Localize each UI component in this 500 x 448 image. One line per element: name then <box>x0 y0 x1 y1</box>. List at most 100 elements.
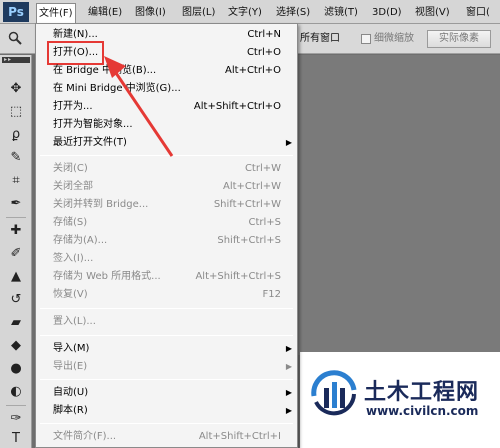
watermark-url: www.civilcn.com <box>366 404 479 418</box>
menu-item-file-info[interactable]: 文件简介(F)... Alt+Shift+Ctrl+I <box>36 428 297 446</box>
menu-item-label: 打开为... <box>53 101 93 112</box>
all-windows-label: 所有窗口 <box>300 33 340 44</box>
dodge-tool-icon[interactable]: ◐ <box>5 382 27 402</box>
menu-item-label: 存储(S) <box>53 217 88 228</box>
menu-item-label: 新建(N)... <box>53 29 98 40</box>
menu-item-shortcut: Shift+Ctrl+S <box>217 235 281 246</box>
menu-item-place[interactable]: 置入(L)... <box>36 313 297 331</box>
menu-item-label: 最近打开文件(T) <box>53 137 127 148</box>
menu-image[interactable]: 图像(I) <box>133 4 168 21</box>
menu-layer[interactable]: 图层(L) <box>180 4 217 21</box>
canvas-area[interactable] <box>298 55 500 355</box>
submenu-arrow-icon: ▶ <box>285 406 292 415</box>
menu-item-label: 存储为(A)... <box>53 235 108 246</box>
menu-view[interactable]: 视图(V) <box>413 4 452 21</box>
paint-bucket-tool-icon[interactable]: ◆ <box>5 336 27 356</box>
menu-item-export[interactable]: 导出(E) ▶ <box>36 358 297 376</box>
menu-item-shortcut: Alt+Ctrl+W <box>223 181 281 192</box>
fine-zoom-label: 细微缩放 <box>374 33 414 44</box>
submenu-arrow-icon: ▶ <box>285 388 292 397</box>
menu-separator <box>40 423 293 424</box>
watermark: 土木工程网 www.civilcn.com <box>300 352 500 448</box>
menu-item-label: 导入(M) <box>53 343 90 354</box>
menu-item-open-smart-object[interactable]: 打开为智能对象... <box>36 116 297 134</box>
blur-tool-icon[interactable]: ● <box>5 359 27 379</box>
zoom-tool-icon[interactable] <box>8 31 22 45</box>
menu-item-shortcut: Ctrl+W <box>244 163 281 174</box>
menu-item-open-as[interactable]: 打开为... Alt+Shift+Ctrl+O <box>36 98 297 116</box>
menu-item-browse-mini-bridge[interactable]: 在 Mini Bridge 中浏览(G)... <box>36 80 297 98</box>
menu-item-scripts[interactable]: 脚本(R) ▶ <box>36 402 297 420</box>
type-tool-icon[interactable]: T <box>5 429 27 448</box>
clone-stamp-tool-icon[interactable]: ▲ <box>5 267 27 287</box>
menu-3d[interactable]: 3D(D) <box>370 4 404 21</box>
pen-tool-icon[interactable]: ✑ <box>5 409 27 429</box>
menu-item-label: 打开为智能对象... <box>53 119 133 130</box>
menu-item-shortcut: F12 <box>262 289 281 300</box>
menu-item-recent-files[interactable]: 最近打开文件(T) ▶ <box>36 134 297 152</box>
menu-item-shortcut: Alt+Shift+Ctrl+O <box>193 101 281 112</box>
menu-item-label: 存储为 Web 所用格式... <box>53 271 161 282</box>
menu-separator <box>40 379 293 380</box>
menu-item-new[interactable]: 新建(N)... Ctrl+N <box>36 26 297 44</box>
menu-item-open[interactable]: 打开(O)... Ctrl+O <box>36 41 297 65</box>
menu-item-close[interactable]: 关闭(C) Ctrl+W <box>36 160 297 178</box>
menu-type[interactable]: 文字(Y) <box>226 4 264 21</box>
menu-item-save-for-web[interactable]: 存储为 Web 所用格式... Alt+Shift+Ctrl+S <box>36 268 297 286</box>
actual-pixels-button[interactable]: 实际像素 <box>427 30 491 48</box>
menu-item-close-go-bridge[interactable]: 关闭并转到 Bridge... Shift+Ctrl+W <box>36 196 297 214</box>
menu-item-label: 关闭(C) <box>53 163 88 174</box>
toolbox-grip[interactable]: ▸▸ <box>2 57 30 63</box>
menu-edit[interactable]: 编辑(E) <box>86 4 124 21</box>
move-tool-icon[interactable]: ✥ <box>5 79 27 99</box>
menubar: Ps 文件(F) 编辑(E) 图像(I) 图层(L) 文字(Y) 选择(S) 滤… <box>0 0 500 24</box>
brush-tool-icon[interactable]: ✐ <box>5 244 27 264</box>
watermark-site-name: 土木工程网 <box>364 380 480 405</box>
menu-item-label: 打开(O)... <box>46 41 105 65</box>
toolbox-divider <box>6 405 26 406</box>
marquee-tool-icon[interactable]: ⬚ <box>5 102 27 122</box>
menu-item-shortcut: Ctrl+N <box>247 29 281 40</box>
menu-item-label: 关闭全部 <box>53 181 93 192</box>
menu-item-shortcut: Alt+Shift+Ctrl+S <box>195 271 281 282</box>
menu-item-save-as[interactable]: 存储为(A)... Shift+Ctrl+S <box>36 232 297 250</box>
healing-brush-tool-icon[interactable]: ✚ <box>5 221 27 241</box>
menu-item-save[interactable]: 存储(S) Ctrl+S <box>36 214 297 232</box>
menu-item-label: 脚本(R) <box>53 405 88 416</box>
file-menu-dropdown: 新建(N)... Ctrl+N 打开(O)... Ctrl+O 在 Bridge… <box>35 23 298 448</box>
toolbox: ▸▸ ✥ ⬚ ϼ ✎ ⌗ ✒ ✚ ✐ ▲ ↺ ▰ ◆ ● ◐ ✑ T <box>0 55 32 448</box>
menu-item-label: 在 Bridge 中浏览(B)... <box>53 65 157 76</box>
menu-item-label: 恢复(V) <box>53 289 88 300</box>
menu-item-label: 置入(L)... <box>53 316 96 327</box>
menu-item-label: 签入(I)... <box>53 253 94 264</box>
history-brush-tool-icon[interactable]: ↺ <box>5 290 27 310</box>
menu-item-revert[interactable]: 恢复(V) F12 <box>36 286 297 304</box>
menu-item-label: 文件简介(F)... <box>53 431 117 442</box>
menu-item-label: 关闭并转到 Bridge... <box>53 199 149 210</box>
eyedropper-tool-icon[interactable]: ✒ <box>5 194 27 214</box>
menu-item-browse-bridge[interactable]: 在 Bridge 中浏览(B)... Alt+Ctrl+O <box>36 62 297 80</box>
menu-select[interactable]: 选择(S) <box>274 4 312 21</box>
crop-tool-icon[interactable]: ⌗ <box>5 171 27 191</box>
menu-item-check-in[interactable]: 签入(I)... <box>36 250 297 268</box>
menu-separator <box>40 308 293 309</box>
menu-item-shortcut: Shift+Ctrl+W <box>213 199 281 210</box>
menu-filter[interactable]: 滤镜(T) <box>322 4 360 21</box>
menu-file[interactable]: 文件(F) <box>36 3 76 24</box>
menu-item-close-all[interactable]: 关闭全部 Alt+Ctrl+W <box>36 178 297 196</box>
menu-item-automate[interactable]: 自动(U) ▶ <box>36 384 297 402</box>
menu-item-shortcut: Ctrl+O <box>246 47 281 58</box>
menu-item-label: 导出(E) <box>53 361 88 372</box>
quick-select-tool-icon[interactable]: ✎ <box>5 148 27 168</box>
menu-item-shortcut: Ctrl+S <box>248 217 281 228</box>
submenu-arrow-icon: ▶ <box>285 138 292 147</box>
submenu-arrow-icon: ▶ <box>285 362 292 371</box>
menu-window[interactable]: 窗口( <box>464 4 492 21</box>
eraser-tool-icon[interactable]: ▰ <box>5 313 27 333</box>
toolbox-divider <box>6 217 26 218</box>
menu-separator <box>40 335 293 336</box>
fine-zoom-checkbox[interactable] <box>361 34 371 44</box>
menu-separator <box>40 155 293 156</box>
lasso-tool-icon[interactable]: ϼ <box>5 125 27 145</box>
menu-item-import[interactable]: 导入(M) ▶ <box>36 340 297 358</box>
